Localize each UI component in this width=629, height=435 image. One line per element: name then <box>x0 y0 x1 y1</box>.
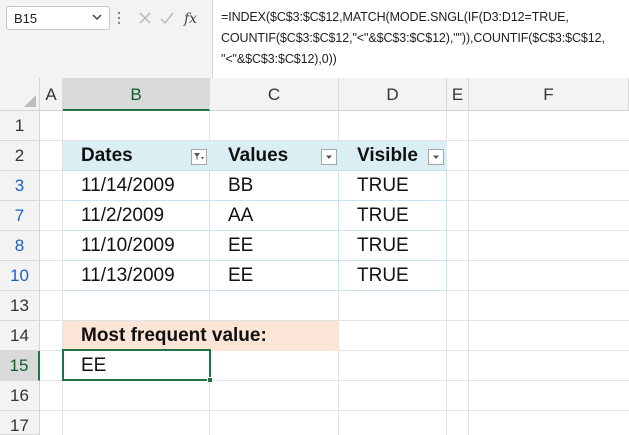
svg-text:fx: fx <box>183 11 197 26</box>
dropdown-arrow-icon <box>326 155 332 159</box>
cell-date[interactable]: 11/2/2009 <box>63 201 164 231</box>
cell-visible[interactable]: TRUE <box>339 261 409 291</box>
filter-button-visible[interactable] <box>428 149 444 165</box>
name-box-value: B15 <box>14 11 38 26</box>
formula-line-3: "<"&$C$3:$C$12),0)) <box>221 52 337 66</box>
cell-visible[interactable]: TRUE <box>339 231 409 261</box>
cell-date[interactable]: 11/14/2009 <box>63 171 175 201</box>
row-header-3[interactable]: 3 <box>0 171 40 201</box>
worksheet-grid[interactable]: A B C D E F 1 2 3 7 8 10 13 14 15 16 17 … <box>0 78 629 435</box>
row-header-8[interactable]: 8 <box>0 231 40 261</box>
filter-icon <box>194 153 204 160</box>
cell-visible[interactable]: TRUE <box>339 201 409 231</box>
filter-button-values[interactable] <box>321 149 337 165</box>
column-header-f[interactable]: F <box>469 78 629 111</box>
formula-line-2: COUNTIF($C$3:$C$12,"<"&$C$3:$C$12),"")),… <box>221 31 605 45</box>
dropdown-arrow-icon <box>433 155 439 159</box>
table-divider <box>446 171 447 291</box>
column-header-d[interactable]: D <box>339 78 447 111</box>
column-header-b[interactable]: B <box>63 78 210 111</box>
formula-bar-buttons: fx <box>129 6 207 30</box>
row-header-15[interactable]: 15 <box>0 351 40 381</box>
row-header-7[interactable]: 7 <box>0 201 40 231</box>
gridline <box>40 410 629 411</box>
column-header-a[interactable]: A <box>40 78 63 111</box>
table-row: 11/2/2009 AA TRUE <box>63 201 447 231</box>
table-header-visible[interactable]: Visible <box>339 141 418 171</box>
cell-value[interactable]: EE <box>210 231 253 261</box>
formula-line-1: =INDEX($C$3:$C$12,MATCH(MODE.SNGL(IF(D3:… <box>221 10 569 24</box>
cell-value[interactable]: BB <box>210 171 253 201</box>
fill-handle[interactable] <box>207 377 213 383</box>
formula-input[interactable]: =INDEX($C$3:$C$12,MATCH(MODE.SNGL(IF(D3:… <box>212 0 629 78</box>
row-header-14[interactable]: 14 <box>0 321 40 351</box>
select-all-triangle-icon <box>24 95 36 107</box>
cell-date[interactable]: 11/10/2009 <box>63 231 175 261</box>
row-header-1[interactable]: 1 <box>0 111 40 141</box>
row-header-2[interactable]: 2 <box>0 141 40 171</box>
select-all-corner[interactable] <box>0 78 40 111</box>
table-row: 11/13/2009 EE TRUE <box>63 261 447 291</box>
most-frequent-label-text: Most frequent value: <box>81 325 267 346</box>
formula-bar: B15 fx =INDEX($C$3:$C$12,MATCH(MODE.SNGL… <box>0 0 629 78</box>
gridline <box>468 111 469 435</box>
table-divider <box>209 171 210 291</box>
check-icon[interactable] <box>159 10 175 26</box>
active-cell-border[interactable] <box>62 349 213 383</box>
table-divider <box>338 171 339 291</box>
table-header-values[interactable]: Values <box>210 141 288 171</box>
column-header-e[interactable]: E <box>447 78 469 111</box>
fx-icon[interactable]: fx <box>183 10 201 26</box>
table-row: 11/14/2009 BB TRUE <box>63 171 447 201</box>
row-header-13[interactable]: 13 <box>0 291 40 321</box>
x-icon[interactable] <box>137 10 153 26</box>
table-header-row: Dates Values Visible <box>63 141 447 171</box>
name-box[interactable]: B15 <box>6 6 110 30</box>
most-frequent-label[interactable]: Most frequent value: <box>63 321 339 351</box>
more-options-icon[interactable] <box>117 10 121 26</box>
cell-date[interactable]: 11/13/2009 <box>63 261 175 291</box>
cell-visible[interactable]: TRUE <box>339 171 409 201</box>
row-header-16[interactable]: 16 <box>0 381 40 411</box>
chevron-down-icon[interactable] <box>90 10 104 24</box>
filter-button-dates[interactable] <box>191 149 207 165</box>
table-row: 11/10/2009 EE TRUE <box>63 231 447 261</box>
column-header-c[interactable]: C <box>210 78 339 111</box>
cell-value[interactable]: EE <box>210 261 253 291</box>
row-header-17[interactable]: 17 <box>0 411 40 435</box>
cell-value[interactable]: AA <box>210 201 253 231</box>
table-header-dates[interactable]: Dates <box>63 141 133 171</box>
row-header-10[interactable]: 10 <box>0 261 40 291</box>
